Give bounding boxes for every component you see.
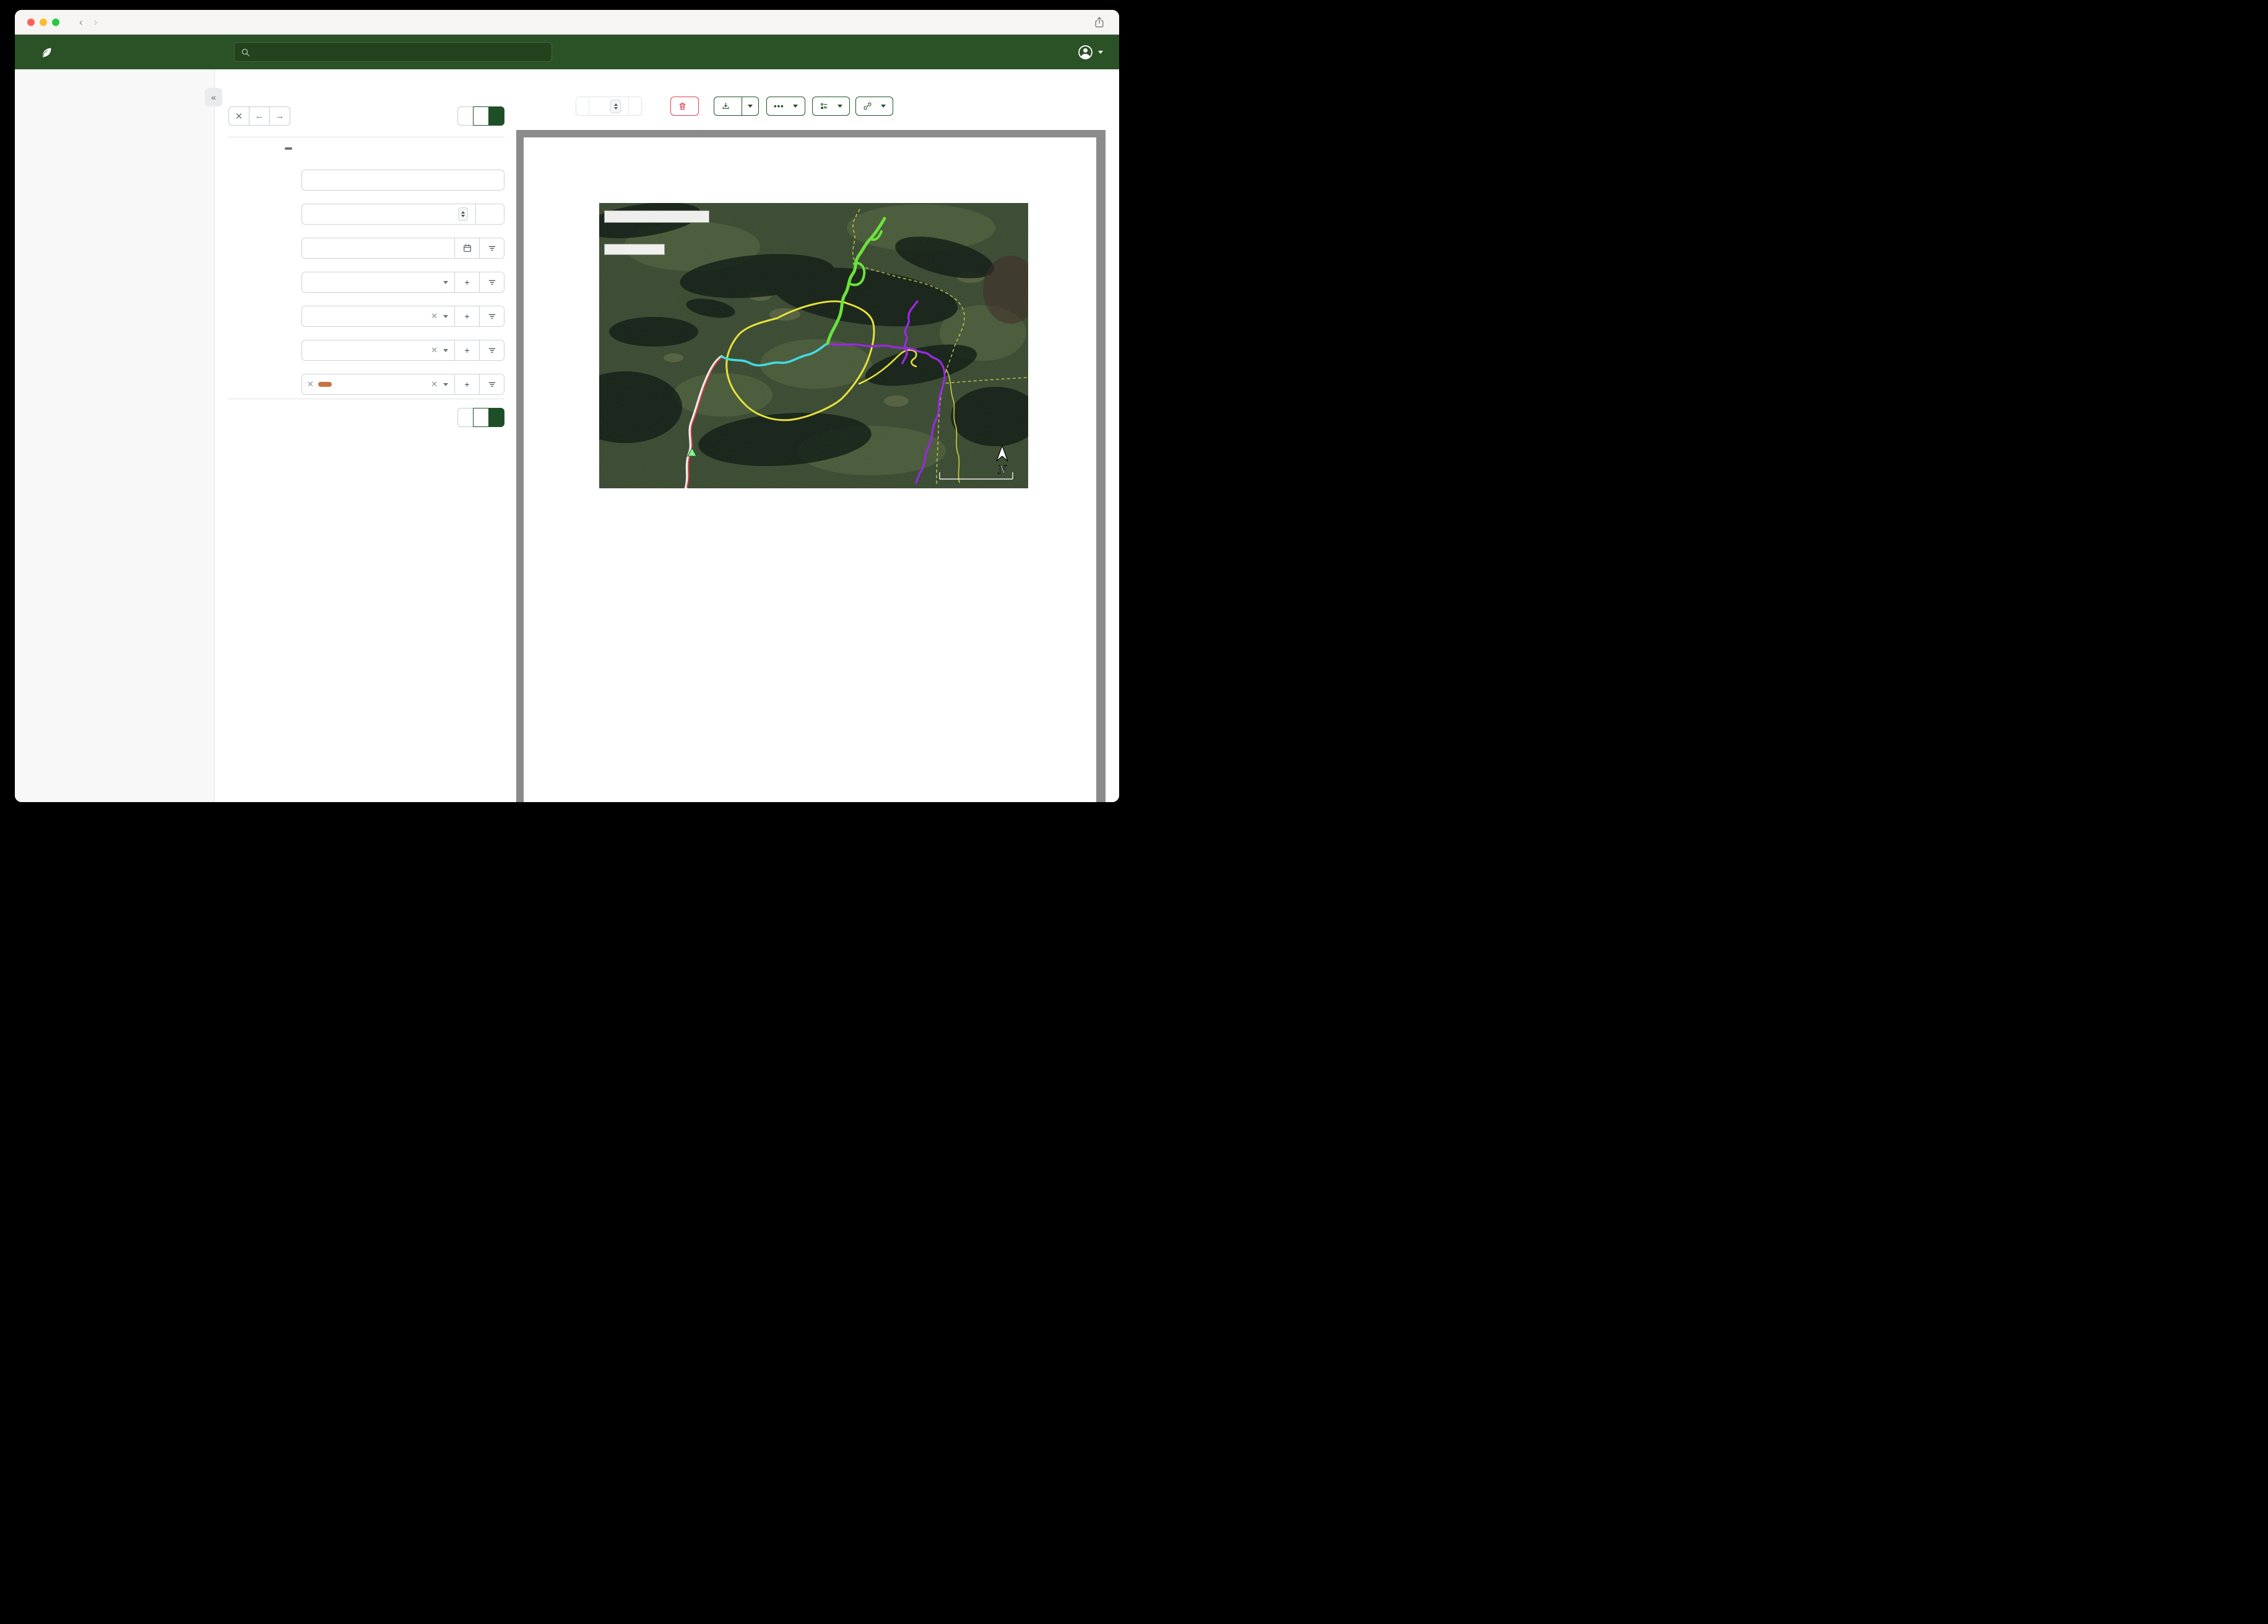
asn-stepper[interactable] bbox=[458, 207, 468, 221]
search-bar[interactable] bbox=[234, 42, 552, 62]
tag-chip[interactable] bbox=[318, 382, 332, 387]
search-icon bbox=[241, 48, 249, 56]
chevron-down-icon[interactable] bbox=[443, 382, 448, 386]
discard-button[interactable] bbox=[457, 106, 474, 126]
clear-icon[interactable]: ✕ bbox=[431, 311, 438, 321]
document-type-filter-icon[interactable] bbox=[479, 306, 504, 326]
app-window: ‹ › « ✕ ← → + ✕ + ✕ + ✕ ✕ + ••• N bbox=[15, 10, 1119, 802]
date-created-field[interactable] bbox=[308, 243, 448, 253]
share-links-button[interactable] bbox=[855, 97, 893, 116]
remove-tag-icon[interactable]: ✕ bbox=[307, 379, 314, 389]
storage-path-label bbox=[228, 340, 301, 361]
save-next-button-bottom[interactable] bbox=[473, 408, 489, 427]
discard-button-bottom[interactable] bbox=[457, 408, 474, 427]
correspondent-label bbox=[228, 272, 301, 293]
chevron-down-icon[interactable] bbox=[443, 314, 448, 318]
document-editor: ✕ ← → + ✕ + ✕ + ✕ ✕ + bbox=[215, 69, 511, 802]
document-type-select[interactable] bbox=[302, 306, 431, 326]
notes-count-badge bbox=[285, 147, 292, 150]
title-field[interactable] bbox=[308, 175, 498, 185]
minimize-window-button[interactable] bbox=[40, 19, 47, 26]
previous-document-button[interactable]: ← bbox=[249, 106, 270, 126]
next-document-button[interactable]: → bbox=[269, 106, 290, 126]
save-button[interactable] bbox=[488, 106, 504, 126]
chevron-down-icon[interactable] bbox=[443, 348, 448, 352]
add-storage-path-button[interactable]: + bbox=[454, 340, 479, 360]
title-field-label bbox=[228, 170, 301, 191]
page-number-input[interactable] bbox=[595, 101, 607, 111]
tab-notes[interactable] bbox=[280, 147, 292, 156]
search-input[interactable] bbox=[255, 47, 545, 57]
close-window-button[interactable] bbox=[27, 19, 35, 26]
add-correspondent-button[interactable]: + bbox=[454, 272, 479, 292]
page-navigator bbox=[576, 97, 642, 116]
actions-button[interactable]: ••• bbox=[766, 97, 805, 116]
map-title-box bbox=[604, 210, 709, 223]
app-header bbox=[15, 35, 1119, 69]
avatar-icon bbox=[1078, 45, 1093, 59]
trash-icon bbox=[679, 103, 686, 110]
leaf-icon bbox=[41, 48, 51, 58]
asn-increment-button[interactable] bbox=[475, 204, 504, 224]
share-icon[interactable] bbox=[1093, 16, 1106, 28]
download-options-button[interactable] bbox=[742, 97, 759, 116]
add-tag-button[interactable]: + bbox=[454, 374, 479, 394]
tags-label bbox=[228, 374, 301, 395]
tags-select[interactable]: ✕ bbox=[302, 374, 431, 394]
save-next-button[interactable] bbox=[473, 106, 489, 126]
correspondent-select[interactable] bbox=[302, 272, 443, 292]
chevron-down-icon[interactable] bbox=[443, 280, 448, 284]
storage-path-select[interactable] bbox=[302, 340, 431, 360]
clear-icon[interactable]: ✕ bbox=[431, 379, 438, 389]
zoom-window-button[interactable] bbox=[52, 19, 59, 26]
browser-forward-button[interactable]: › bbox=[94, 16, 98, 28]
map-legend bbox=[604, 244, 665, 255]
clear-icon[interactable]: ✕ bbox=[431, 345, 438, 355]
download-icon bbox=[722, 102, 729, 109]
asn-field[interactable] bbox=[308, 209, 459, 219]
asn-field-label bbox=[228, 204, 301, 225]
document-type-label bbox=[228, 306, 301, 327]
page-label bbox=[576, 97, 589, 115]
document-preview-pane[interactable]: N bbox=[516, 130, 1106, 802]
app-logo[interactable] bbox=[40, 45, 59, 59]
ellipsis-icon: ••• bbox=[774, 102, 784, 111]
preview-toolbar: ••• bbox=[576, 97, 893, 116]
download-button[interactable] bbox=[714, 97, 742, 116]
close-document-button[interactable]: ✕ bbox=[228, 106, 249, 126]
tags-filter-icon[interactable] bbox=[479, 374, 504, 394]
custom-fields-icon bbox=[820, 103, 828, 110]
date-created-label bbox=[228, 238, 301, 259]
delete-button[interactable] bbox=[670, 97, 699, 116]
pdf-page: N bbox=[524, 137, 1096, 802]
map-scale-bar bbox=[938, 469, 1014, 485]
storage-path-filter-icon[interactable] bbox=[479, 340, 504, 360]
sidebar-item-documentation[interactable] bbox=[15, 767, 214, 788]
custom-fields-button[interactable] bbox=[812, 97, 850, 116]
page-count bbox=[628, 97, 641, 115]
sidebar-collapse-button[interactable]: « bbox=[205, 88, 222, 106]
sidebar bbox=[15, 69, 215, 802]
user-menu[interactable] bbox=[1077, 44, 1103, 61]
link-icon bbox=[863, 102, 872, 110]
page-stepper[interactable] bbox=[610, 99, 621, 113]
correspondent-filter-icon[interactable] bbox=[479, 272, 504, 292]
chevron-down-icon bbox=[1098, 50, 1103, 54]
save-button-bottom[interactable] bbox=[488, 408, 504, 427]
calendar-icon[interactable] bbox=[454, 238, 479, 258]
document-preview-map: N bbox=[599, 203, 1028, 488]
add-document-type-button[interactable]: + bbox=[454, 306, 479, 326]
editor-tabs bbox=[228, 147, 504, 156]
question-icon bbox=[45, 773, 56, 784]
browser-back-button[interactable]: ‹ bbox=[79, 16, 83, 28]
titlebar: ‹ › bbox=[15, 10, 1119, 35]
date-filter-icon[interactable] bbox=[479, 238, 504, 258]
